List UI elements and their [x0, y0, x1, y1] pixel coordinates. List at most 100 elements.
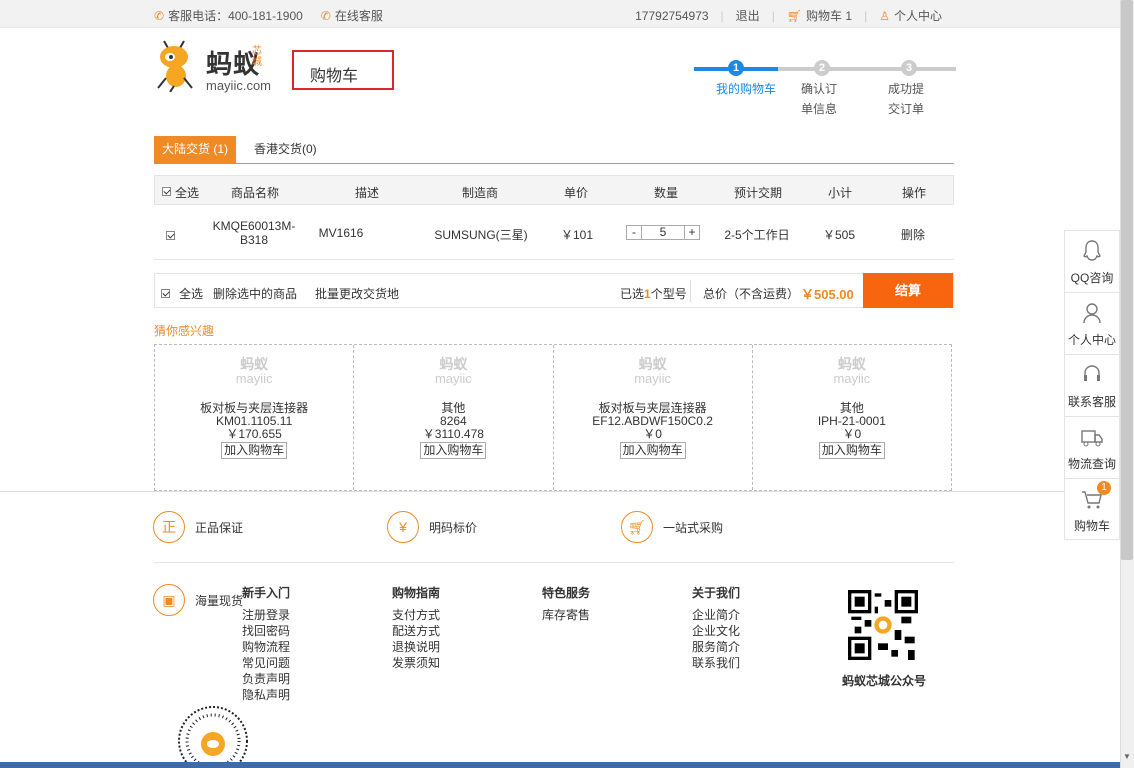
divider: |: [720, 8, 724, 23]
user-icon: [1083, 303, 1101, 324]
logo-url: mayiic.com: [206, 78, 272, 93]
qty-minus-button[interactable]: -: [627, 226, 641, 239]
rec-item: 蚂蚁 mayiic 板对板与夹层连接器 KM01.1105.11 ￥170.655…: [155, 345, 355, 490]
footer-link[interactable]: 常见问题: [242, 655, 290, 671]
quantity-stepper: - 5 +: [626, 225, 700, 240]
footer-link[interactable]: 隐私声明: [242, 687, 290, 703]
footer-link[interactable]: 负责声明: [242, 671, 290, 687]
row-delete-link[interactable]: 删除: [888, 226, 938, 243]
truck-icon: [1081, 430, 1103, 447]
checkbox-checked[interactable]: [161, 289, 170, 299]
step-2-dot: 2: [814, 60, 830, 76]
qty-plus-button[interactable]: +: [685, 226, 699, 239]
top-cart-link[interactable]: 🛒︎ 购物车 1: [787, 7, 852, 24]
divider: |: [771, 8, 775, 23]
bottom-select-all-label[interactable]: 全选: [179, 285, 203, 302]
select-all-checkbox[interactable]: [162, 184, 171, 198]
batch-change-link[interactable]: 批量更改交货地: [315, 285, 399, 302]
rec-price: ￥3110.478: [422, 427, 484, 441]
genuine-icon: 正: [153, 511, 185, 543]
add-to-cart-button[interactable]: 加入购物车: [420, 442, 487, 459]
add-to-cart-button[interactable]: 加入购物车: [818, 442, 885, 459]
col-desc: 描述: [354, 186, 379, 200]
headset-icon: [1084, 365, 1100, 381]
scroll-down-arrow-icon[interactable]: ▼: [1123, 752, 1131, 761]
floating-sidebar: QQ咨询 个人中心 联系客服 物流查询 1 购物车: [1064, 230, 1120, 540]
user-center-link[interactable]: ♙ 个人中心: [879, 7, 942, 24]
user-phone[interactable]: 17792754973: [635, 9, 708, 23]
cart-summary-bar: 全选 删除选中的商品 批量更改交货地 已选1个型号 总价（不含运费） ￥505.…: [154, 273, 954, 308]
divider: [690, 280, 691, 302]
row-checkbox[interactable]: [166, 228, 175, 242]
checkout-button[interactable]: 结算: [863, 273, 953, 308]
add-to-cart-button[interactable]: 加入购物车: [221, 442, 288, 459]
service-phone: ✆ 客服电话：400-181-1900: [154, 9, 303, 23]
footer-link[interactable]: 支付方式: [392, 607, 440, 623]
checkbox-checked[interactable]: [162, 187, 171, 197]
add-to-cart-button[interactable]: 加入购物车: [619, 442, 686, 459]
sidebar-item-cart[interactable]: 1 购物车: [1065, 479, 1119, 541]
col-select-all: 全选: [175, 186, 200, 200]
bottom-select-all-checkbox[interactable]: [161, 286, 170, 300]
col-price: 单价: [563, 186, 588, 200]
divider: |: [864, 8, 868, 23]
taskbar: [0, 762, 1120, 768]
footer-link[interactable]: 配送方式: [392, 623, 440, 639]
feature-clear-price: ¥ 明码标价: [387, 511, 477, 543]
site-logo[interactable]: 蚂蚁 芯城 mayiic.com: [154, 38, 284, 98]
col-qty: 数量: [653, 186, 678, 200]
recommendations: 蚂蚁 mayiic 板对板与夹层连接器 KM01.1105.11 ￥170.655…: [154, 344, 952, 491]
total-label: 总价（不含运费）: [703, 287, 800, 301]
footer-link[interactable]: 退换说明: [392, 639, 440, 655]
footer-link[interactable]: 企业文化: [692, 623, 740, 639]
step-2-label: 确认订单信息: [800, 82, 837, 116]
placeholder-logo: 蚂蚁 mayiic: [235, 356, 273, 386]
table-row: KMQE60013M-B318 MV1616 SUMSUNG(三星) ￥101 …: [154, 206, 954, 260]
qty-input[interactable]: 5: [641, 226, 685, 239]
phone-icon: ✆: [320, 9, 331, 23]
footer-link[interactable]: 发票须知: [392, 655, 440, 671]
total-value: ￥505.00: [801, 287, 854, 302]
page-title: 购物车: [292, 50, 394, 90]
checkout-steps: 1 2 3 我的购物车 确认订单信息 成功提交订单: [694, 60, 956, 120]
top-bar: ✆ 客服电话：400-181-1900 ✆ 在线客服 17792754973 | 退…: [0, 0, 1120, 28]
footer-link[interactable]: 购物流程: [242, 639, 290, 655]
footer-link[interactable]: 找回密码: [242, 623, 290, 639]
online-service-link[interactable]: ✆ 在线客服: [321, 7, 383, 24]
footer-link[interactable]: 服务简介: [692, 639, 740, 655]
row-name[interactable]: KMQE60013M-B318: [210, 219, 298, 247]
rec-item: 蚂蚁 mayiic 其他 8264 ￥3110.478 加入购物车: [354, 345, 554, 490]
rec-price: ￥0: [842, 427, 862, 441]
delete-selected-link[interactable]: 删除选中的商品: [213, 285, 297, 302]
step-3-label: 成功提交订单: [887, 82, 924, 116]
footer-col-title: 购物指南: [392, 586, 441, 600]
scrollbar-thumb[interactable]: [1121, 0, 1133, 560]
feature-stock: ▣ 海量现货: [153, 584, 243, 616]
rec-price: ￥0: [643, 427, 662, 441]
footer-link[interactable]: 库存寄售: [542, 607, 590, 623]
logo-sub: 芯城: [252, 46, 262, 68]
footer-link[interactable]: 注册登录: [242, 607, 290, 623]
col-maker: 制造商: [461, 186, 498, 200]
tab-mainland[interactable]: 大陆交货 (1): [154, 136, 237, 163]
feature-genuine: 正 正品保证: [153, 511, 243, 543]
checkbox-checked[interactable]: [166, 231, 175, 241]
sidebar-item-user[interactable]: 个人中心: [1065, 293, 1119, 355]
footer-link[interactable]: 联系我们: [692, 655, 740, 671]
row-subtotal: ￥505: [822, 228, 856, 242]
qq-icon: [1083, 240, 1101, 261]
footer-link[interactable]: 企业简介: [692, 607, 740, 623]
row-lead: 2-5个工作日: [724, 228, 790, 242]
logout-link[interactable]: 退出: [736, 7, 760, 24]
col-name: 商品名称: [230, 186, 279, 200]
col-lead: 预计交期: [733, 186, 782, 200]
rec-item: 蚂蚁 mayiic 其他 IPH-21-0001 ￥0 加入购物车: [753, 345, 951, 490]
sidebar-item-qq[interactable]: QQ咨询: [1065, 231, 1119, 293]
sidebar-item-logistics[interactable]: 物流查询: [1065, 417, 1119, 479]
footer-col-title: 关于我们: [692, 586, 741, 600]
cart-table-header: 全选 商品名称 描述 制造商 单价 数量 预计交期 小计 操作: [154, 175, 954, 205]
sidebar-item-service[interactable]: 联系客服: [1065, 355, 1119, 417]
step-1-label: 我的购物车: [715, 82, 776, 96]
footer-col-guide: 购物指南 支付方式 配送方式 退换说明 发票须知: [392, 585, 440, 671]
tab-hongkong[interactable]: 香港交货(0): [246, 136, 325, 163]
